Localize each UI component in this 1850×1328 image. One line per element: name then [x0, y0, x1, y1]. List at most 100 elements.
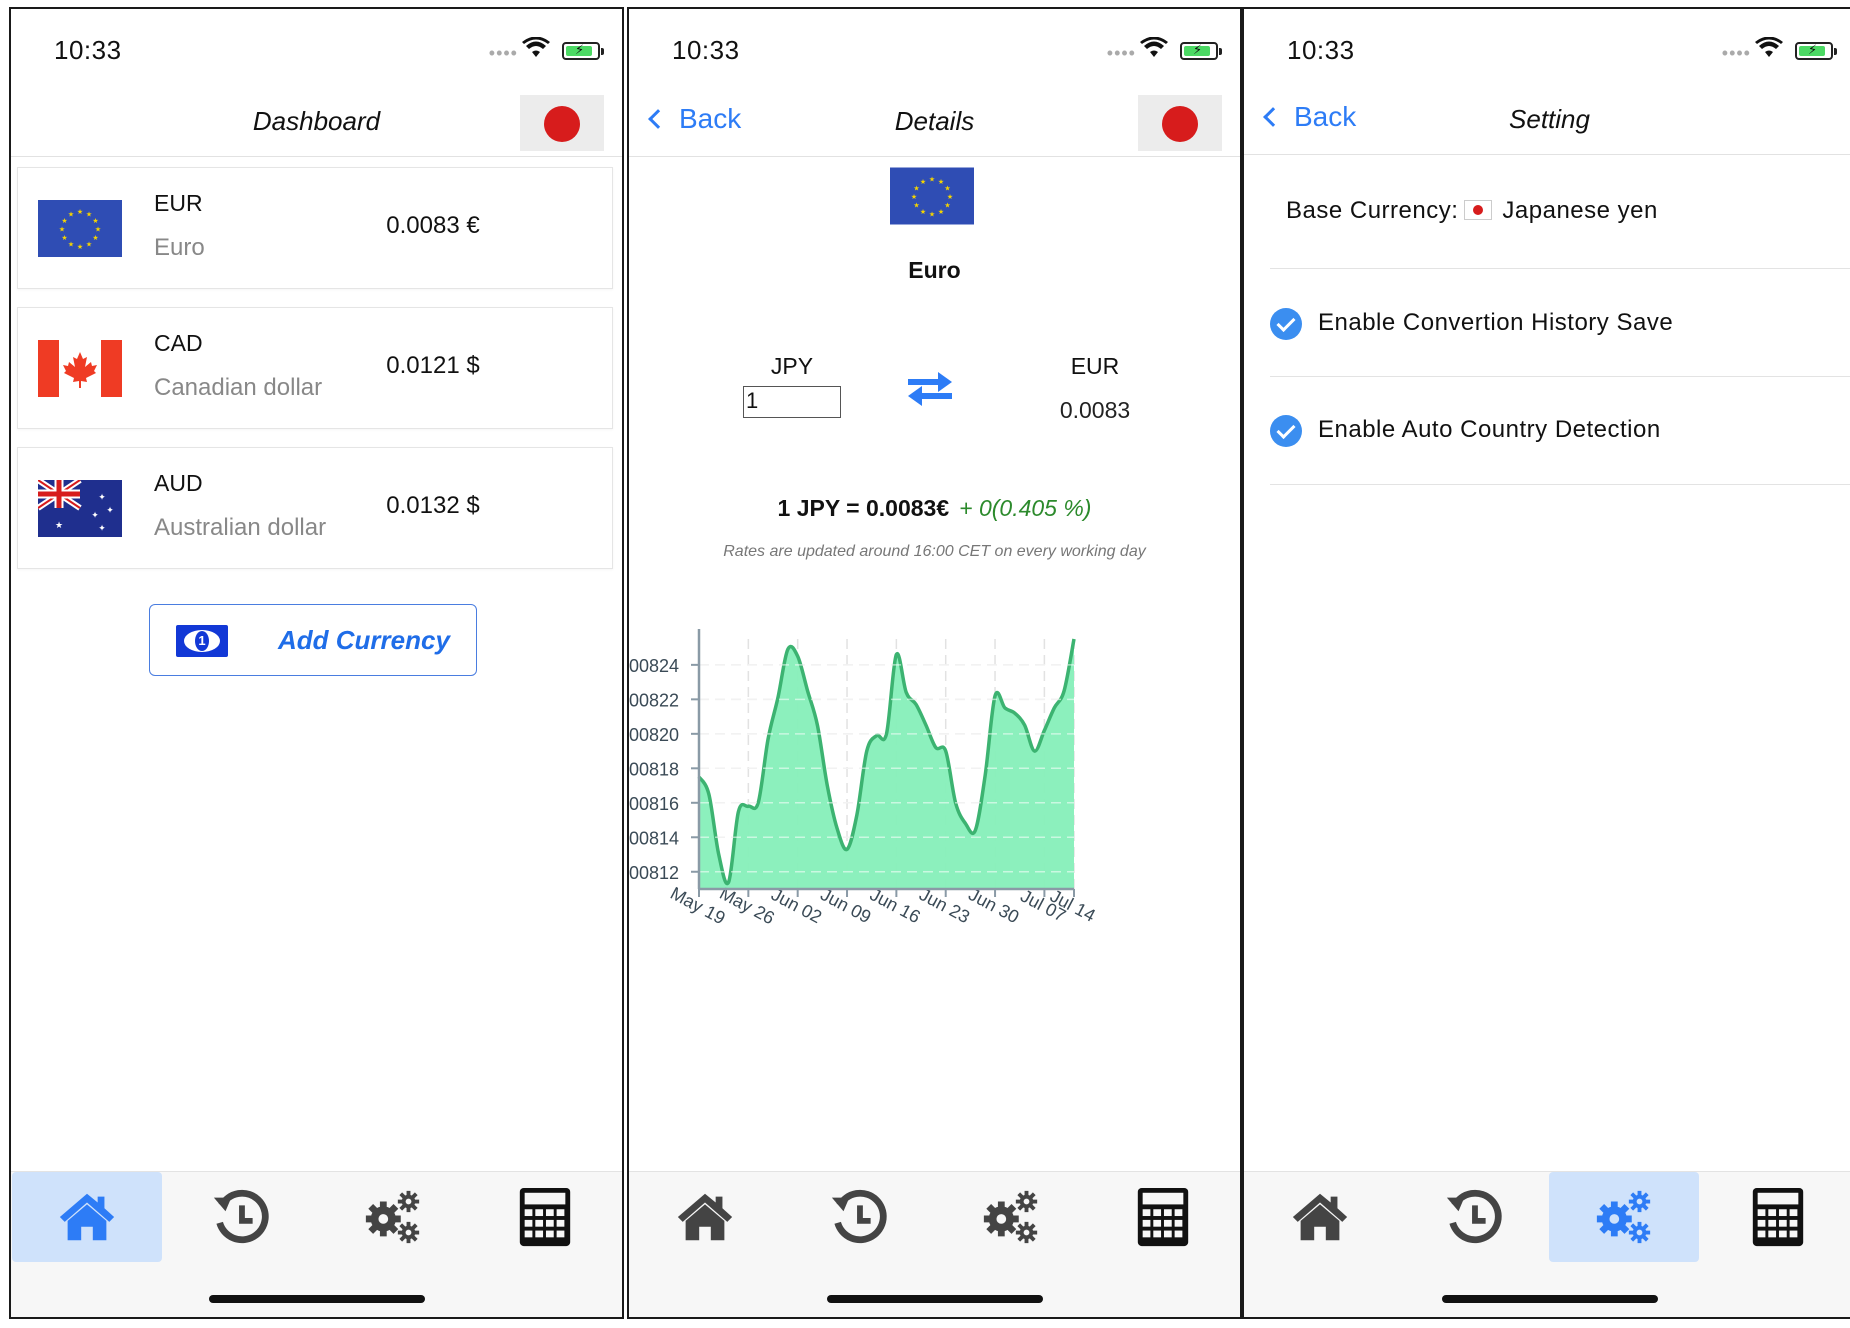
svg-text:✦: ✦ [91, 511, 99, 521]
tab-settings[interactable] [1549, 1172, 1699, 1262]
status-bar: 10:33 •••• ⚡ [629, 9, 1240, 89]
calculator-icon [1137, 1187, 1189, 1247]
status-time: 10:33 [1287, 35, 1355, 65]
base-flag-button[interactable] [1138, 95, 1222, 151]
tab-home[interactable] [12, 1172, 162, 1262]
wifi-icon [522, 37, 550, 57]
svg-text:★: ★ [86, 211, 92, 219]
base-currency-label: Base Currency: [1286, 197, 1459, 224]
status-time: 10:33 [672, 35, 740, 65]
base-flag-button[interactable] [520, 95, 604, 151]
tab-history[interactable] [1399, 1172, 1549, 1262]
calculator-icon [519, 1187, 571, 1247]
from-currency-code: JPY [770, 353, 814, 379]
tab-history[interactable] [784, 1172, 934, 1262]
svg-text:★: ★ [92, 234, 98, 242]
svg-text:★: ★ [911, 193, 917, 201]
base-currency-row[interactable]: Base Currency: Japanese yen [1270, 157, 1850, 269]
currency-name: Euro [908, 257, 961, 283]
tab-home[interactable] [630, 1172, 780, 1262]
currency-value: 0.0132 $ [386, 492, 480, 519]
wifi-icon [1755, 37, 1783, 57]
home-icon [1292, 1193, 1348, 1241]
history-icon [213, 1189, 269, 1244]
x-tick-label: Jun 16 [867, 884, 924, 927]
svg-text:★: ★ [92, 217, 98, 225]
area-fill [699, 639, 1074, 889]
home-icon [677, 1193, 733, 1241]
status-bar: 10:33 •••• ⚡ [1244, 9, 1850, 89]
y-tick-label: .00824 [629, 656, 679, 676]
y-tick-label: .00818 [629, 759, 679, 779]
svg-text:★: ★ [929, 211, 935, 219]
currency-value: 0.0083 € [386, 212, 480, 239]
add-currency-button[interactable]: 1 Add Currency [149, 604, 477, 676]
svg-text:★: ★ [61, 217, 67, 225]
status-bar: 10:33 •••• ⚡ [11, 9, 622, 89]
svg-text:★: ★ [947, 193, 953, 201]
au-flag-icon: ★ ✦ ✦ ✦ ✦ [38, 480, 122, 537]
x-tick-label: Jun 02 [768, 884, 825, 927]
svg-text:★: ★ [95, 226, 101, 234]
signal-icon: •••• [488, 43, 518, 63]
rate-change: + 0(0.405 %) [959, 495, 1092, 521]
money-bill-icon: 1 [176, 625, 228, 657]
svg-text:★: ★ [920, 208, 926, 216]
japan-flag-icon [1464, 200, 1493, 220]
currency-row-eur[interactable]: ★ ★ ★ ★ ★ ★ ★ ★ ★ ★ ★ ★ EUR Euro 0.0083 € [17, 167, 613, 289]
svg-text:✦: ✦ [106, 506, 114, 516]
svg-text:★: ★ [86, 241, 92, 249]
y-tick-label: .00812 [629, 863, 679, 883]
history-save-row[interactable]: Enable Convertion History Save [1270, 269, 1850, 377]
auto-detect-label: Enable Auto Country Detection [1318, 416, 1661, 443]
currency-row-cad[interactable]: CAD Canadian dollar 0.0121 $ [17, 307, 613, 429]
wifi-icon [1140, 37, 1168, 57]
add-currency-label: Add Currency [278, 625, 450, 655]
auto-detect-row[interactable]: Enable Auto Country Detection [1270, 377, 1850, 485]
tab-calculator[interactable] [1088, 1172, 1238, 1262]
signal-icon: •••• [1721, 43, 1751, 63]
svg-text:★: ★ [938, 208, 944, 216]
currency-code: CAD [154, 330, 203, 356]
x-tick-label: Jun 09 [817, 884, 874, 927]
tab-home[interactable] [1245, 1172, 1395, 1262]
status-time: 10:33 [54, 35, 122, 65]
history-icon [831, 1189, 887, 1244]
y-tick-label: .00820 [629, 725, 679, 745]
nav-bar: Back Setting [1244, 87, 1850, 155]
eu-flag-icon: ★ ★ ★ ★ ★ ★ ★ ★ ★ ★ ★ ★ [38, 200, 122, 257]
eu-flag-icon: ★ ★ ★ ★ ★ ★ ★ ★ ★ ★ ★ ★ [890, 167, 974, 225]
tab-settings[interactable] [936, 1172, 1086, 1262]
battery-icon: ⚡ [1795, 42, 1837, 60]
svg-text:★: ★ [77, 208, 83, 216]
home-indicator [208, 1295, 425, 1303]
tab-calculator[interactable] [470, 1172, 620, 1262]
battery-icon: ⚡ [1180, 42, 1222, 60]
amount-input[interactable]: 1 [743, 386, 841, 418]
home-icon [59, 1193, 115, 1241]
swap-icon[interactable] [906, 370, 954, 408]
currency-row-aud[interactable]: ★ ✦ ✦ ✦ ✦ AUD Australian dollar 0.0132 $ [17, 447, 613, 569]
svg-text:✦: ✦ [98, 524, 106, 534]
currency-name: Canadian dollar [154, 374, 323, 401]
gears-icon [983, 1190, 1038, 1244]
nav-bar: Dashboard [11, 89, 622, 157]
details-screen: 10:33 •••• ⚡ Back Details ★ ★ ★ ★ ★ ★ ★ ★ ★ ★ ★ ★ E… [627, 7, 1242, 1319]
checkmark-circle-icon[interactable] [1270, 308, 1302, 340]
dashboard-screen: 10:33 •••• ⚡ Dashboard ★ ★ ★ ★ ★ ★ ★ ★ ★ ★ ★ ★ EUR … [9, 7, 624, 1319]
history-icon [1446, 1189, 1502, 1244]
tab-history[interactable] [166, 1172, 316, 1262]
checkmark-circle-icon[interactable] [1270, 415, 1302, 447]
page-title: Setting [1509, 104, 1590, 134]
svg-text:✦: ✦ [98, 493, 106, 503]
tab-calculator[interactable] [1703, 1172, 1850, 1262]
tab-bar [629, 1171, 1240, 1317]
tab-settings[interactable] [318, 1172, 468, 1262]
history-save-label: Enable Convertion History Save [1318, 309, 1674, 336]
svg-text:★: ★ [61, 234, 67, 242]
tab-bar [1244, 1171, 1850, 1317]
nav-bar: Back Details [629, 89, 1240, 157]
rate-note: Rates are updated around 16:00 CET on ev… [723, 543, 1146, 560]
battery-icon: ⚡ [562, 42, 604, 60]
tab-bar [11, 1171, 622, 1317]
